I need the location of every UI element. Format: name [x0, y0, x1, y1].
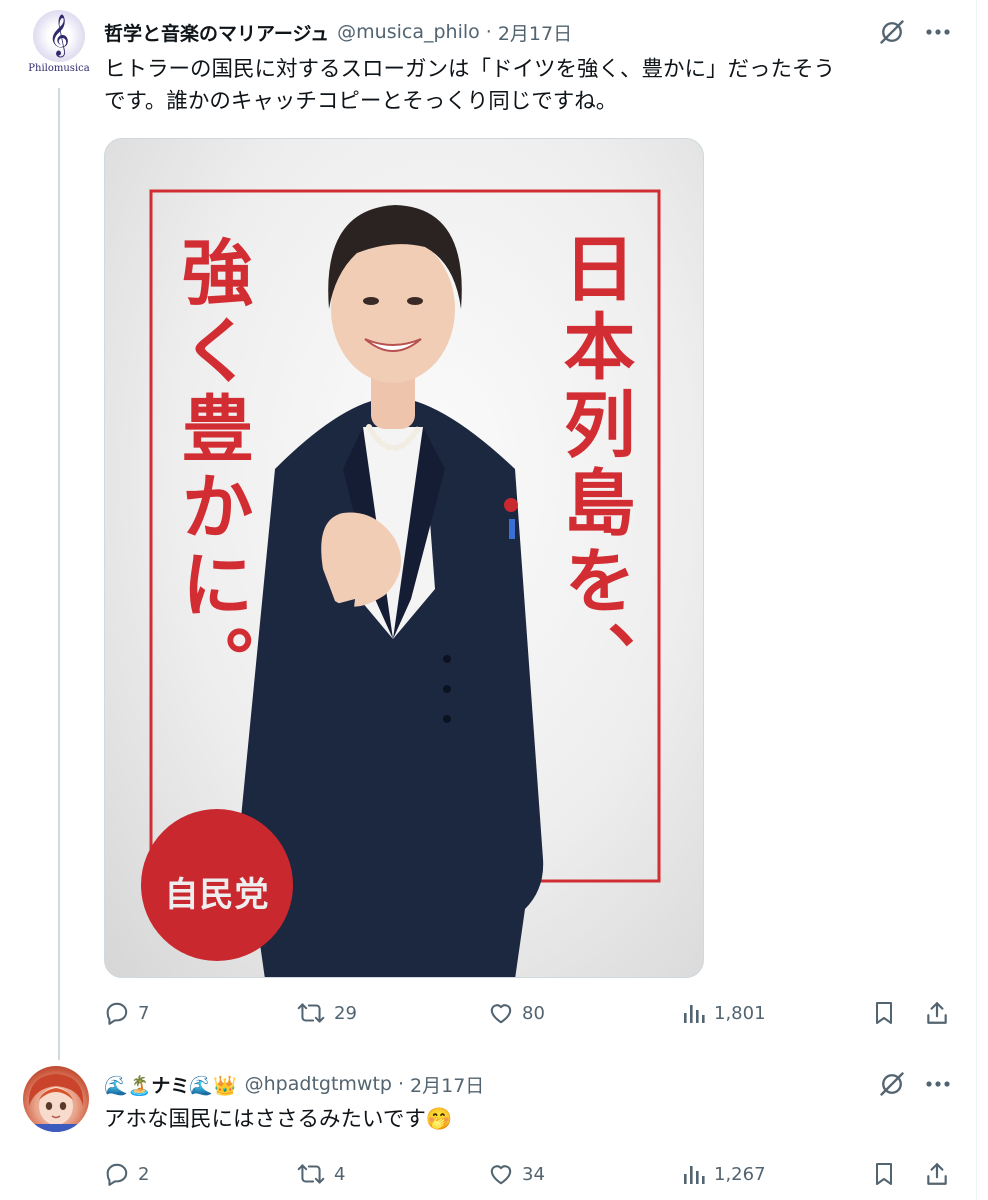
more-options-button[interactable]	[920, 14, 956, 50]
reply-button[interactable]: 7	[104, 995, 149, 1031]
share-icon	[927, 1163, 947, 1185]
grok-button[interactable]	[874, 14, 910, 50]
thread-connector-line	[58, 88, 60, 1060]
views-button[interactable]: 1,801	[682, 995, 766, 1031]
poster-slogan-right: 日本列島を、	[551, 231, 636, 699]
anime-character-avatar	[28, 1074, 84, 1132]
repost-count: 29	[334, 1002, 357, 1024]
more-icon	[926, 1081, 950, 1087]
more-icon	[926, 29, 950, 35]
reply-text: アホな国民にはささるみたいです🤭	[104, 1107, 453, 1132]
author-name[interactable]: 哲学と音楽のマリアージュ	[104, 19, 329, 46]
repost-icon	[297, 1003, 325, 1023]
tweet-action-bar: 7 29 80 1,801	[104, 995, 954, 1031]
reply-icon	[106, 1002, 128, 1025]
tweet-text-line: ヒトラーの国民に対するスローガンは「ドイツを強く、豊かに」だったそう	[104, 57, 836, 82]
more-options-button[interactable]	[920, 1066, 956, 1102]
repost-count: 4	[334, 1163, 346, 1185]
party-badge-label: 自民党	[164, 875, 270, 915]
bookmark-icon	[876, 1163, 892, 1185]
bookmark-icon	[876, 1002, 892, 1024]
tweet-text-line: です。誰かのキャッチコピーとそっくり同じですね。	[104, 89, 618, 114]
reply-button[interactable]: 2	[104, 1156, 149, 1192]
separator-dot: ·	[485, 21, 492, 43]
like-count: 34	[522, 1163, 545, 1185]
poster-slogan-left: 強く豊かに。	[169, 235, 254, 703]
like-count: 80	[522, 1002, 545, 1024]
reply-icon	[106, 1163, 128, 1186]
like-button[interactable]: 80	[488, 995, 545, 1031]
bookmark-button[interactable]	[872, 995, 896, 1031]
bookmark-button[interactable]	[872, 1156, 896, 1192]
reply-count: 7	[138, 1002, 150, 1024]
heart-icon	[490, 1165, 512, 1185]
reply-header: 🌊🏝️ナミ🌊👑 @hpadtgtmwtp · 2月17日	[104, 1068, 484, 1100]
share-button[interactable]	[924, 995, 950, 1031]
views-count: 1,801	[714, 1002, 766, 1024]
grok-icon	[880, 20, 904, 44]
grok-button[interactable]	[874, 1066, 910, 1102]
views-count: 1,267	[714, 1163, 766, 1185]
avatar-brand-text: Philomusica	[28, 63, 90, 74]
share-button[interactable]	[924, 1156, 950, 1192]
grok-icon	[880, 1072, 904, 1096]
tweet-date[interactable]: 2月17日	[498, 19, 572, 46]
views-button[interactable]: 1,267	[682, 1156, 766, 1192]
treble-clef-logo-icon: 𝄞	[33, 10, 85, 62]
author-handle[interactable]: @musica_philo	[337, 21, 480, 43]
tweet-image[interactable]: 日本列島を、 強く豊かに。 自民党	[104, 138, 704, 978]
views-icon	[684, 1166, 705, 1184]
reply-author-avatar[interactable]	[23, 1066, 89, 1132]
author-avatar[interactable]: 𝄞 Philomusica	[26, 10, 92, 76]
column-border	[976, 0, 977, 1200]
repost-button[interactable]: 4	[296, 1156, 345, 1192]
reply-author-name[interactable]: 🌊🏝️ナミ🌊👑	[104, 1071, 237, 1098]
reply-count: 2	[138, 1163, 150, 1185]
separator-dot: ·	[397, 1073, 405, 1095]
share-icon	[927, 1002, 947, 1024]
views-icon	[684, 1005, 705, 1023]
reply-author-handle[interactable]: @hpadtgtmwtp	[245, 1073, 392, 1095]
tweet-header: 哲学と音楽のマリアージュ @musica_philo · 2月17日	[104, 16, 572, 48]
like-button[interactable]: 34	[488, 1156, 545, 1192]
reply-date[interactable]: 2月17日	[410, 1071, 484, 1098]
heart-icon	[490, 1004, 512, 1024]
tweet-text: ヒトラーの国民に対するスローガンは「ドイツを強く、豊かに」だったそう です。誰か…	[104, 54, 954, 118]
repost-icon	[297, 1164, 325, 1184]
reply-action-bar: 2 4 34 1,267	[104, 1156, 954, 1192]
repost-button[interactable]: 29	[296, 995, 357, 1031]
